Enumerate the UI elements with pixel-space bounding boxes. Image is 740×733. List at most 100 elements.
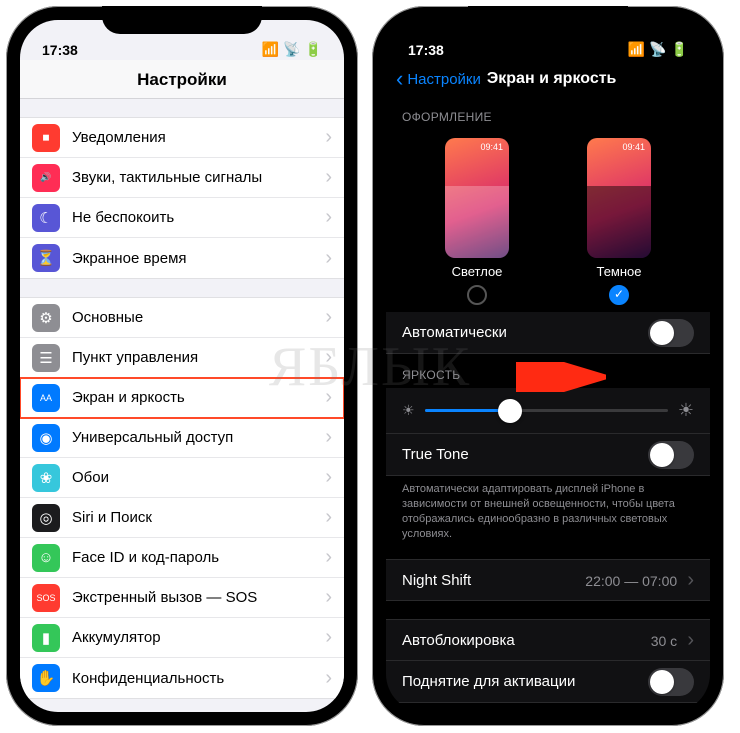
chevron-right-icon: ›: [681, 569, 694, 591]
row-label: Аккумулятор: [72, 629, 319, 646]
row-night-shift[interactable]: Night Shift 22:00 — 07:00 ›: [386, 559, 710, 601]
row-true-tone[interactable]: True Tone: [386, 434, 710, 476]
status-time: 17:38: [408, 42, 444, 58]
row-raise-to-wake[interactable]: Поднятие для активации: [386, 661, 710, 703]
row-label: Конфиденциальность: [72, 670, 319, 687]
radio-light[interactable]: [467, 285, 487, 305]
chevron-right-icon: ›: [319, 626, 332, 649]
back-label: Настройки: [407, 71, 481, 88]
chevron-right-icon: ›: [319, 126, 332, 149]
settings-row[interactable]: ☾Не беспокоить›: [20, 198, 344, 238]
row-icon: ◼︎: [32, 124, 60, 152]
back-button[interactable]: ‹ Настройки: [396, 68, 481, 90]
row-icon: ☺: [32, 544, 60, 572]
chevron-right-icon: ›: [319, 506, 332, 529]
row-icon: AA: [32, 384, 60, 412]
appearance-picker: 09:41 Светлое 09:41 Темное: [386, 130, 710, 312]
brightness-slider[interactable]: [425, 409, 668, 412]
preview-dark: 09:41: [587, 138, 651, 258]
notch: [102, 6, 262, 34]
row-icon: ◎: [32, 504, 60, 532]
nav-title: Экран и яркость: [487, 70, 617, 88]
chevron-right-icon: ›: [319, 247, 332, 270]
settings-row[interactable]: ◉ Универсальный доступ›: [20, 418, 344, 458]
toggle-raise-to-wake[interactable]: [648, 668, 694, 696]
chevron-right-icon: ›: [681, 629, 694, 651]
sun-low-icon: ☀︎: [402, 402, 415, 419]
row-icon: ✋: [32, 664, 60, 692]
row-label: Уведомления: [72, 129, 319, 146]
chevron-left-icon: ‹: [396, 68, 403, 90]
annotation-arrow: [516, 362, 606, 392]
row-icon: 🔊: [32, 164, 60, 192]
chevron-right-icon: ›: [319, 346, 332, 369]
radio-dark[interactable]: [609, 285, 629, 305]
row-icon: ⚙: [32, 304, 60, 332]
battery-icon: 🔋: [305, 41, 322, 58]
chevron-right-icon: ›: [319, 586, 332, 609]
preview-light: 09:41: [445, 138, 509, 258]
screen-display: 17:38 📶 📡 🔋 ‹ Настройки Экран и яркость …: [386, 20, 710, 712]
row-label: Основные: [72, 309, 319, 326]
row-label: Экстренный вызов — SOS: [72, 589, 319, 606]
row-icon: ☰: [32, 344, 60, 372]
row-label: Экран и яркость: [72, 389, 319, 406]
appearance-option-light[interactable]: 09:41 Светлое: [445, 138, 509, 308]
row-icon: ◉: [32, 424, 60, 452]
appearance-label-dark: Темное: [587, 264, 651, 279]
settings-row[interactable]: ◎ Siri и Поиск›: [20, 498, 344, 538]
settings-row[interactable]: ⚙ Основные›: [20, 298, 344, 338]
settings-row[interactable]: SOS Экстренный вызов — SOS›: [20, 578, 344, 618]
row-icon: ▮: [32, 624, 60, 652]
row-auto-lock[interactable]: Автоблокировка 30 с ›: [386, 619, 710, 661]
settings-row[interactable]: ☰Пункт управления›: [20, 338, 344, 378]
signal-icon: 📶: [262, 41, 279, 58]
section-header-appearance: ОФОРМЛЕНИЕ: [386, 96, 710, 130]
settings-row[interactable]: ▮ Аккумулятор›: [20, 618, 344, 658]
settings-row[interactable]: ❀Обои›: [20, 458, 344, 498]
toggle-automatic[interactable]: [648, 319, 694, 347]
row-label: Siri и Поиск: [72, 509, 319, 526]
phone-left: 17:38 📶 📡 🔋 Настройки ◼︎Уведомления›🔊Зву…: [6, 6, 358, 726]
row-label: Не беспокоить: [72, 209, 319, 226]
row-label: Звуки, тактильные сигналы: [72, 169, 319, 186]
settings-row[interactable]: ⏳Экранное время›: [20, 238, 344, 278]
battery-icon: 🔋: [671, 41, 688, 58]
true-tone-footer: Автоматически адаптировать дисплей iPhon…: [386, 476, 710, 551]
label: True Tone: [402, 446, 469, 463]
chevron-right-icon: ›: [319, 206, 332, 229]
status-indicators: 📶 📡 🔋: [628, 41, 688, 58]
chevron-right-icon: ›: [319, 466, 332, 489]
notch: [468, 6, 628, 34]
night-shift-value: 22:00 — 07:00: [585, 573, 677, 589]
toggle-true-tone[interactable]: [648, 441, 694, 469]
row-label: Экранное время: [72, 250, 319, 267]
status-indicators: 📶 📡 🔋: [262, 41, 322, 58]
wifi-icon: 📡: [649, 41, 666, 58]
row-automatic[interactable]: Автоматически: [386, 312, 710, 354]
label: Автоматически: [402, 324, 507, 341]
brightness-slider-row: ☀︎ ☀︎: [386, 388, 710, 434]
chevron-right-icon: ›: [319, 306, 332, 329]
chevron-right-icon: ›: [319, 667, 332, 690]
wifi-icon: 📡: [283, 41, 300, 58]
settings-row[interactable]: ☺ Face ID и код-пароль›: [20, 538, 344, 578]
row-label: Face ID и код-пароль: [72, 549, 319, 566]
status-time: 17:38: [42, 42, 78, 58]
signal-icon: 📶: [628, 41, 645, 58]
settings-list[interactable]: ◼︎Уведомления›🔊Звуки, тактильные сигналы…: [20, 99, 344, 711]
appearance-option-dark[interactable]: 09:41 Темное: [587, 138, 651, 308]
nav-bar: ‹ Настройки Экран и яркость: [386, 60, 710, 96]
row-label: Универсальный доступ: [72, 429, 319, 446]
row-icon: SOS: [32, 584, 60, 612]
settings-row[interactable]: ◼︎ Уведомления›: [20, 118, 344, 158]
settings-row[interactable]: ✋ Конфиденциальность›: [20, 658, 344, 698]
appearance-label-light: Светлое: [445, 264, 509, 279]
chevron-right-icon: ›: [319, 426, 332, 449]
phone-right: 17:38 📶 📡 🔋 ‹ Настройки Экран и яркость …: [372, 6, 724, 726]
settings-row[interactable]: AA Экран и яркость›: [20, 378, 344, 418]
settings-row[interactable]: 🔊Звуки, тактильные сигналы›: [20, 158, 344, 198]
chevron-right-icon: ›: [319, 386, 332, 409]
chevron-right-icon: ›: [319, 546, 332, 569]
label: Night Shift: [402, 572, 471, 589]
